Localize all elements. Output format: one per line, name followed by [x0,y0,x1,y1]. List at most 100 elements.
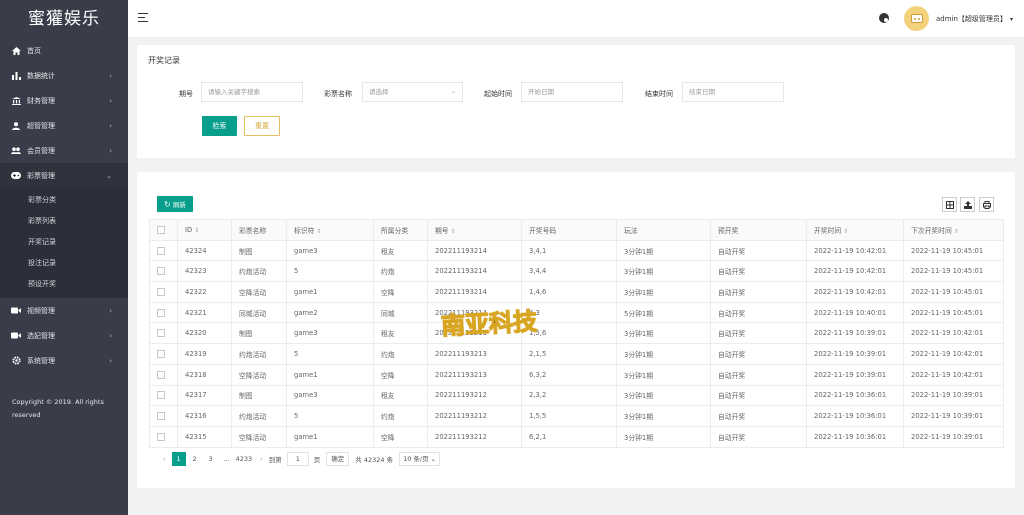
table-cell: 2022-11-19 10:39:01 [903,425,1004,448]
table-cell: 5 [286,260,374,283]
goto-page-input[interactable]: 1 [286,452,309,466]
row-checkbox[interactable] [149,322,178,345]
column-header[interactable]: 下次开奖时间 ⇕ [903,219,1004,241]
next-page-icon[interactable]: › [260,455,263,463]
table-cell: 2022-11-19 10:45:01 [903,260,1004,283]
issue-search-input[interactable]: 请输入关键字搜索 [201,82,303,102]
row-checkbox[interactable] [149,343,178,365]
row-checkbox[interactable] [149,384,178,407]
copyright-text: Copyright © 2019. All rights reserved [12,398,104,419]
table-cell: 202211193212 [427,405,522,427]
row-checkbox[interactable] [149,239,178,262]
table-cell: 2022-11-19 10:42:01 [903,343,1004,365]
start-date-input[interactable]: 开始日期 [521,82,623,102]
table-cell: 自动开奖 [710,405,807,427]
svg-text:南亚科技: 南亚科技 [440,306,538,340]
row-checkbox[interactable] [149,260,178,283]
end-date-input[interactable]: 结束日期 [682,82,784,102]
submenu-item-categories[interactable]: 彩票分类 [0,190,128,211]
chevron-right-icon: › [109,146,112,155]
table-row[interactable]: 42315 空降活动 game1 空降 202211193212 6,2,1 3分钟1期 自动… [149,425,1004,448]
sidebar-item-video[interactable]: 视频管理 › [0,298,128,323]
table-cell: 5分钟1期 [616,301,711,324]
page-button[interactable]: 3 [204,452,218,466]
submenu-item-bet-records[interactable]: 投注记录 [0,253,128,274]
sidebar-item-lottery[interactable]: 彩票管理 ⌄ [0,163,128,188]
page-ellipsis: ... [223,455,230,463]
submenu-item-lottery-list[interactable]: 彩票列表 [0,211,128,232]
select-all-checkbox[interactable] [149,219,178,241]
table-row[interactable]: 42322 空降活动 game1 空降 202211193214 1,4,6 3分钟1期 自动… [149,281,1004,303]
column-header[interactable]: 标识符 ⇕ [286,219,374,241]
user-menu[interactable]: admin【超级管理员】 ▾ [936,14,1013,24]
table-cell: 42324 [177,239,232,262]
table-row[interactable]: 42323 约炮活动 5 约炮 202211193214 3,4,4 3分钟1期 自动开奖 20… [149,260,1004,283]
menu-toggle-icon[interactable] [138,13,148,22]
table-row[interactable]: 42317 制图 game3 租友 202211193212 2,3,2 3分钟1期 自动开奖… [149,384,1004,407]
sidebar-item-finance[interactable]: 财务管理 › [0,88,128,113]
sidebar-item-members[interactable]: 会员管理 › [0,138,128,163]
table-cell: game1 [286,281,374,303]
page-button[interactable]: 2 [188,452,202,466]
column-header[interactable]: ID ⇕ [177,219,232,241]
table-row[interactable]: 42319 约炮活动 5 约炮 202211193213 2,1,5 3分钟1期 自动开奖 20… [149,343,1004,365]
sidebar-item-home[interactable]: 首页 [0,38,128,63]
search-button[interactable]: 检索 [202,116,237,136]
gear-icon [11,356,21,366]
submenu-item-draw-records[interactable]: 开奖记录 [0,232,128,253]
table-cell: 2,3,2 [521,384,617,407]
sort-icon: ⇕ [843,227,849,235]
page-button[interactable]: 4233 [236,452,253,466]
table-row[interactable]: 42324 制图 game3 租友 202211193214 3,4,1 3分钟1期 自动开奖… [149,239,1004,262]
page-title: 开奖记录 [148,56,180,65]
sidebar-item-stats[interactable]: 数据统计 › [0,63,128,88]
table-row[interactable]: 42316 约炮活动 5 约炮 202211193212 1,5,5 3分钟1期 自动开奖 20… [149,405,1004,427]
table-cell: 1,5,5 [521,405,617,427]
table-cell: 租友 [373,239,428,262]
table-cell: 202211193212 [427,384,522,407]
table-cell: 制图 [231,384,287,407]
table-cell: 自动开奖 [710,322,807,345]
columns-filter-button[interactable] [942,197,957,212]
submenu-item-preset-draw[interactable]: 预设开奖 [0,274,128,295]
chevron-right-icon: › [109,96,112,105]
reset-button[interactable]: 重置 [244,116,280,136]
table-cell: game3 [286,384,374,407]
column-header: 玩法 [616,219,711,241]
table-cell: 2022-11-19 10:42:01 [806,260,904,283]
table-cell: 自动开奖 [710,384,807,407]
gamepad-icon [11,171,21,181]
row-checkbox[interactable] [149,363,178,386]
table-row[interactable]: 42320 制图 game3 租友 202211193213 1,5,6 3分钟1期 自动开奖… [149,322,1004,345]
theme-icon[interactable] [879,13,889,23]
chevron-right-icon: › [109,121,112,130]
avatar[interactable] [904,6,929,31]
lottery-select[interactable]: 请选择 ⌄ [362,82,463,102]
sort-icon: ⇕ [194,226,200,234]
sidebar-item-admins[interactable]: 超管管理 › [0,113,128,138]
table-row[interactable]: 42321 同城活动 game2 同城 202211193214 4,3 5分钟1期 自动开奖… [149,301,1004,324]
video-icon [11,306,21,316]
issue-label: 期号 [179,90,193,98]
lottery-name-label: 彩票名称 [324,90,352,98]
row-checkbox[interactable] [149,281,178,303]
column-header[interactable]: 期号 ⇕ [427,219,522,241]
prev-page-icon[interactable]: ‹ [163,455,166,463]
row-checkbox[interactable] [149,301,178,324]
row-checkbox[interactable] [149,405,178,427]
table-cell: 5 [286,343,374,365]
row-checkbox[interactable] [149,425,178,448]
page-button[interactable]: 1 [171,452,186,466]
table-cell: 3,4,4 [521,260,617,283]
export-button[interactable] [960,197,975,212]
column-header[interactable]: 开奖时间 ⇕ [806,219,904,241]
sidebar-item-companion[interactable]: 选妃管理 › [0,323,128,348]
goto-confirm-button[interactable]: 确定 [326,452,350,466]
print-button[interactable] [979,197,994,212]
refresh-button[interactable]: ↻ 刷新 [157,196,193,212]
page-size-select[interactable]: 10 条/页 ⌄ [399,452,441,466]
table-cell: 2022-11-19 10:39:01 [806,363,904,386]
sidebar-item-system[interactable]: 系统管理 › [0,348,128,373]
table-cell: 2022-11-19 10:42:01 [903,363,1004,386]
table-row[interactable]: 42318 空降活动 game1 空降 202211193213 6,3,2 3分钟1期 自动… [149,363,1004,386]
